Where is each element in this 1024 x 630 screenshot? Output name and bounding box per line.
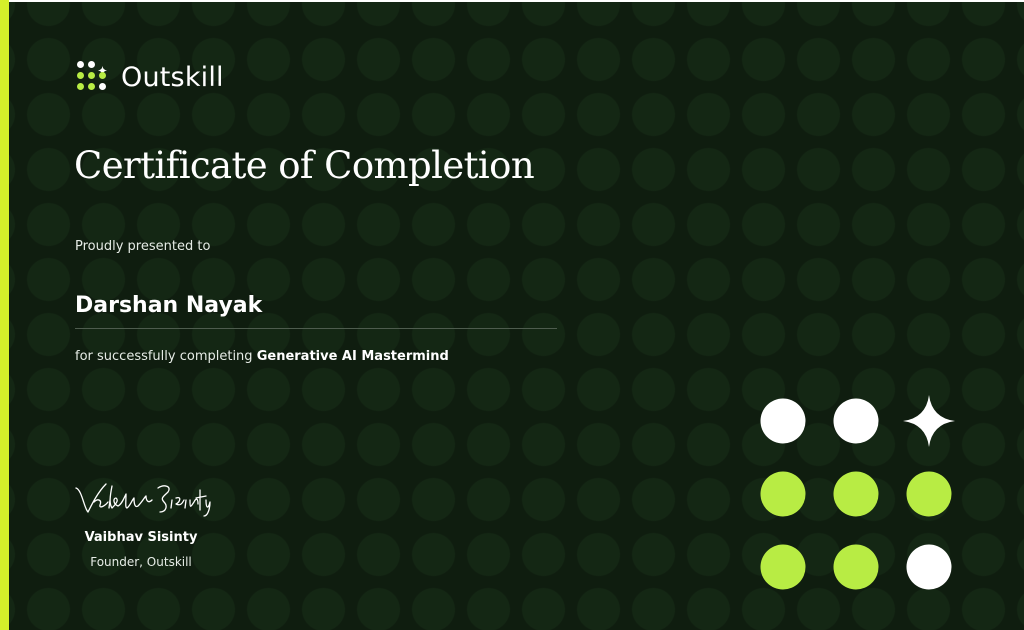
brand-logo: Outskill <box>75 59 224 95</box>
white-dot <box>760 398 806 444</box>
accent-bar <box>0 0 9 630</box>
logo-dot <box>77 72 84 79</box>
recipient-name: Darshan Nayak <box>75 293 263 318</box>
lime-dot <box>833 544 879 590</box>
logo-dot <box>99 72 106 79</box>
signature <box>75 483 211 517</box>
lime-dot <box>760 471 806 517</box>
logo-sparkle-icon <box>98 60 107 75</box>
white-dot <box>833 398 879 444</box>
logo-dot <box>88 72 95 79</box>
lime-dot <box>906 471 952 517</box>
brand-name: Outskill <box>121 61 224 93</box>
logo-dot <box>77 83 84 90</box>
logo-dot <box>99 83 106 90</box>
logo-dot <box>88 83 95 90</box>
brand-dots-icon <box>75 59 111 95</box>
lime-dot <box>760 544 806 590</box>
signer-name: Vaibhav Sisinty <box>84 530 198 545</box>
completion-prefix: for successfully completing <box>75 349 253 364</box>
decorative-dot-grid <box>760 395 955 590</box>
logo-dot <box>77 61 84 68</box>
name-underline <box>75 328 557 329</box>
logo-dot <box>88 61 95 68</box>
presented-to-label: Proudly presented to <box>75 239 211 254</box>
top-border <box>0 0 1024 2</box>
white-dot <box>906 544 952 590</box>
certificate-title: Certificate of Completion <box>74 144 535 187</box>
signer-title: Founder, Outskill <box>90 555 192 569</box>
completion-statement: for successfully completing Generative A… <box>75 349 449 364</box>
course-name: Generative AI Mastermind <box>256 349 449 364</box>
lime-dot <box>833 471 879 517</box>
certificate: Outskill Certificate of Completion Proud… <box>0 0 1024 630</box>
sparkle-icon <box>903 395 955 447</box>
